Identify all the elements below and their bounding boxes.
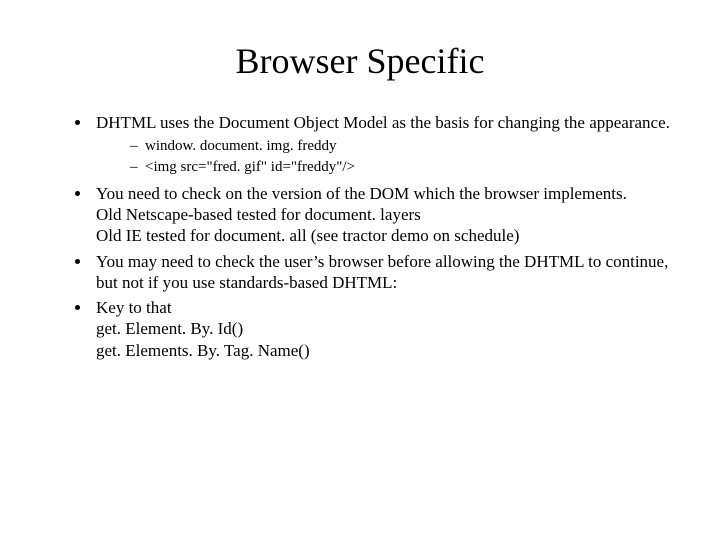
bullet-1-text: DHTML uses the Document Object Model as … [96, 113, 670, 132]
bullet-4-line-3: get. Elements. By. Tag. Name() [96, 340, 680, 361]
bullet-list: DHTML uses the Document Object Model as … [40, 112, 680, 361]
bullet-4: Key to that get. Element. By. Id() get. … [92, 297, 680, 361]
bullet-1: DHTML uses the Document Object Model as … [92, 112, 680, 177]
bullet-2-line-1: You need to check on the version of the … [96, 183, 680, 204]
slide-title: Browser Specific [40, 40, 680, 82]
sub-bullet-list-1: window. document. img. freddy <img src="… [96, 137, 680, 177]
bullet-4-line-1: Key to that [96, 297, 680, 318]
slide: Browser Specific DHTML uses the Document… [0, 0, 720, 540]
sub-bullet-1-1: window. document. img. freddy [130, 137, 680, 156]
bullet-2-line-3: Old IE tested for document. all (see tra… [96, 225, 680, 246]
bullet-2: You need to check on the version of the … [92, 183, 680, 247]
sub-bullet-1-2: <img src="fred. gif" id="freddy"/> [130, 158, 680, 177]
bullet-3: You may need to check the user’s browser… [92, 251, 680, 294]
bullet-2-line-2: Old Netscape-based tested for document. … [96, 204, 680, 225]
bullet-4-line-2: get. Element. By. Id() [96, 318, 680, 339]
